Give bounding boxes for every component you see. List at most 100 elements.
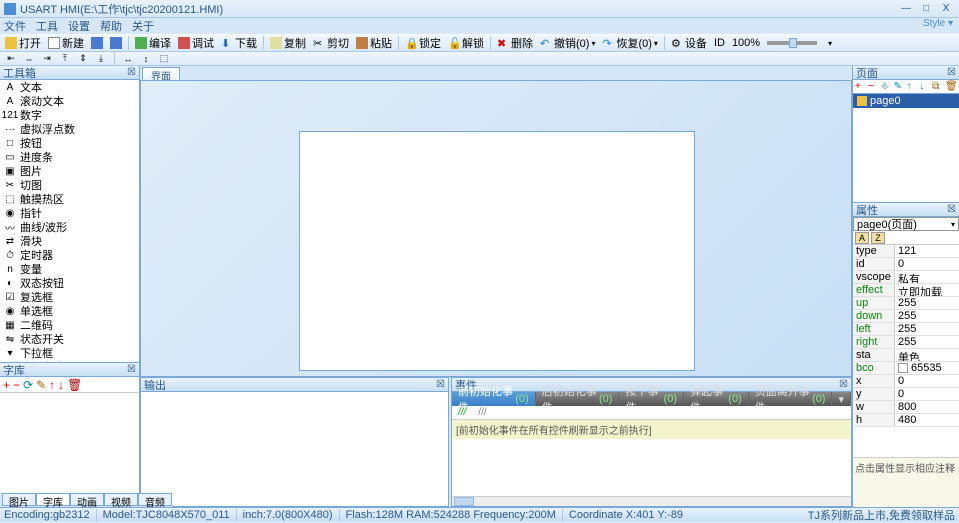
property-row[interactable]: left255 bbox=[853, 323, 959, 336]
redo-button[interactable]: ↷恢复(0)▾ bbox=[599, 35, 660, 51]
property-value[interactable]: 121 bbox=[895, 245, 959, 257]
open-button[interactable]: 打开 bbox=[2, 35, 44, 51]
new-button[interactable]: 新建 bbox=[45, 35, 87, 51]
toolbox-item[interactable]: ☑复选框 bbox=[0, 290, 139, 304]
event-tab[interactable]: 页面离开事件(0) bbox=[749, 392, 833, 406]
property-value[interactable]: 255 bbox=[895, 297, 959, 309]
zoom-slider[interactable] bbox=[764, 35, 824, 51]
resource-tab[interactable]: 图片 bbox=[2, 493, 36, 506]
event-close-icon[interactable]: ☒ bbox=[839, 379, 848, 390]
event-design-tab[interactable]: /// bbox=[472, 407, 492, 418]
property-value[interactable]: 255 bbox=[895, 310, 959, 322]
toolbox-item[interactable]: A文本 bbox=[0, 80, 139, 94]
toolbox-list[interactable]: A文本A滚动文本121数字···虚拟浮点数□按钮▭进度条▣图片✂切图⬚触摸热区◉… bbox=[0, 80, 139, 363]
event-tab-more[interactable]: ▾ bbox=[832, 392, 851, 406]
toolbox-item[interactable]: ⏱定时器 bbox=[0, 248, 139, 262]
property-row[interactable]: bco 65535 bbox=[853, 362, 959, 375]
property-value[interactable]: 0 bbox=[895, 388, 959, 400]
font-close-icon[interactable]: ☒ bbox=[127, 364, 136, 375]
device-button[interactable]: ⚙设备 bbox=[668, 35, 710, 51]
align-left-icon[interactable]: ⇤ bbox=[4, 53, 18, 65]
property-row[interactable]: id0 bbox=[853, 258, 959, 271]
debug-button[interactable]: 调试 bbox=[175, 35, 217, 51]
page-tool-icon[interactable]: ⧉ bbox=[932, 81, 943, 93]
event-tab[interactable]: 弹起事件(0) bbox=[684, 392, 749, 406]
menu-about[interactable]: 关于 bbox=[132, 18, 154, 34]
minimize-button[interactable]: — bbox=[897, 3, 915, 15]
page-tool-icon[interactable]: ↓ bbox=[919, 81, 930, 93]
menu-help[interactable]: 帮助 bbox=[100, 18, 122, 34]
toolbar-dropdown[interactable]: ▾ bbox=[825, 35, 835, 51]
property-value[interactable]: 480 bbox=[895, 414, 959, 426]
toolbox-item[interactable]: ⇋状态开关 bbox=[0, 332, 139, 346]
page-item[interactable]: page0 bbox=[853, 94, 959, 108]
compile-button[interactable]: 编译 bbox=[132, 35, 174, 51]
align-middle-icon[interactable]: ⇕ bbox=[76, 53, 90, 65]
property-value[interactable]: 单色 bbox=[895, 349, 959, 361]
output-close-icon[interactable]: ☒ bbox=[436, 379, 445, 390]
saveas-button[interactable] bbox=[107, 35, 125, 51]
copy-button[interactable]: 复制 bbox=[267, 35, 309, 51]
align-bottom-icon[interactable]: ⤓ bbox=[94, 53, 108, 65]
menu-file[interactable]: 文件 bbox=[4, 18, 26, 34]
page-tool-icon[interactable]: 🗑 bbox=[945, 81, 957, 93]
undo-button[interactable]: ↶撤销(0)▾ bbox=[537, 35, 598, 51]
save-button[interactable] bbox=[88, 35, 106, 51]
download-button[interactable]: ⬇下载 bbox=[218, 35, 260, 51]
page-list[interactable]: page0 bbox=[853, 94, 959, 203]
font-refresh-icon[interactable]: ⟳ bbox=[23, 378, 33, 392]
style-dropdown[interactable]: Style ▾ bbox=[923, 18, 953, 29]
font-trash-icon[interactable]: 🗑 bbox=[67, 378, 82, 392]
property-value[interactable]: 255 bbox=[895, 336, 959, 348]
font-del-icon[interactable]: − bbox=[13, 378, 20, 392]
property-value[interactable]: 私有 bbox=[895, 271, 959, 283]
property-value[interactable]: 800 bbox=[895, 401, 959, 413]
property-row[interactable]: y0 bbox=[853, 388, 959, 401]
page-tool-icon[interactable]: ↑ bbox=[906, 81, 917, 93]
event-tab[interactable]: 按下事件(0) bbox=[619, 392, 684, 406]
paste-button[interactable]: 粘贴 bbox=[353, 35, 395, 51]
cut-button[interactable]: ✂剪切 bbox=[310, 35, 352, 51]
property-row[interactable]: w800 bbox=[853, 401, 959, 414]
align-center-icon[interactable]: ⇔ bbox=[22, 53, 36, 65]
resource-tab[interactable]: 动画 bbox=[70, 493, 104, 506]
page-tool-icon[interactable]: ⎀ bbox=[881, 81, 892, 93]
maximize-button[interactable]: □ bbox=[917, 3, 935, 15]
property-row[interactable]: h480 bbox=[853, 414, 959, 427]
toolbox-item[interactable]: ◉指针 bbox=[0, 206, 139, 220]
canvas-area[interactable] bbox=[140, 80, 852, 377]
toolbox-item[interactable]: ⬚触摸热区 bbox=[0, 192, 139, 206]
toolbox-item[interactable]: ◉单选框 bbox=[0, 304, 139, 318]
property-value[interactable]: 65535 bbox=[895, 362, 959, 374]
font-add-icon[interactable]: + bbox=[3, 378, 10, 392]
property-value[interactable]: 0 bbox=[895, 258, 959, 270]
toolbox-item[interactable]: ☑选择文本 bbox=[0, 360, 139, 363]
property-row[interactable]: up255 bbox=[853, 297, 959, 310]
delete-button[interactable]: ✖删除 bbox=[494, 35, 536, 51]
close-button[interactable]: X bbox=[937, 3, 955, 15]
toolbox-item[interactable]: ▣图片 bbox=[0, 164, 139, 178]
same-size-icon[interactable]: ⬚ bbox=[157, 53, 171, 65]
toolbox-item[interactable]: ▭进度条 bbox=[0, 150, 139, 164]
page-close-icon[interactable]: ☒ bbox=[947, 67, 956, 78]
font-edit-icon[interactable]: ✎ bbox=[36, 378, 46, 392]
canvas-tab[interactable]: 界面 bbox=[142, 67, 180, 80]
property-row[interactable]: sta单色 bbox=[853, 349, 959, 362]
same-width-icon[interactable]: ↔ bbox=[121, 53, 135, 65]
toolbox-item[interactable]: ···虚拟浮点数 bbox=[0, 122, 139, 136]
sort-category-icon[interactable]: A bbox=[855, 232, 869, 244]
event-tab[interactable]: 前初始化事件(0) bbox=[452, 392, 536, 406]
property-value[interactable]: 立即加载 bbox=[895, 284, 959, 296]
toolbox-item[interactable]: 〰曲线/波形 bbox=[0, 220, 139, 234]
lock-button[interactable]: 🔒锁定 bbox=[402, 35, 444, 51]
unlock-button[interactable]: 🔓解锁 bbox=[445, 35, 487, 51]
toolbox-item[interactable]: ◐双态按钮 bbox=[0, 276, 139, 290]
menu-tool[interactable]: 工具 bbox=[36, 18, 58, 34]
zoom-display[interactable]: 100% bbox=[729, 35, 763, 51]
event-code-tab[interactable]: /// bbox=[452, 407, 472, 418]
page-tool-icon[interactable]: − bbox=[868, 81, 879, 93]
toolbox-item[interactable]: ⇄滑块 bbox=[0, 234, 139, 248]
sort-alpha-icon[interactable]: Z bbox=[871, 232, 885, 244]
property-value[interactable]: 255 bbox=[895, 323, 959, 335]
event-tab[interactable]: 后初始化事件(0) bbox=[536, 392, 620, 406]
